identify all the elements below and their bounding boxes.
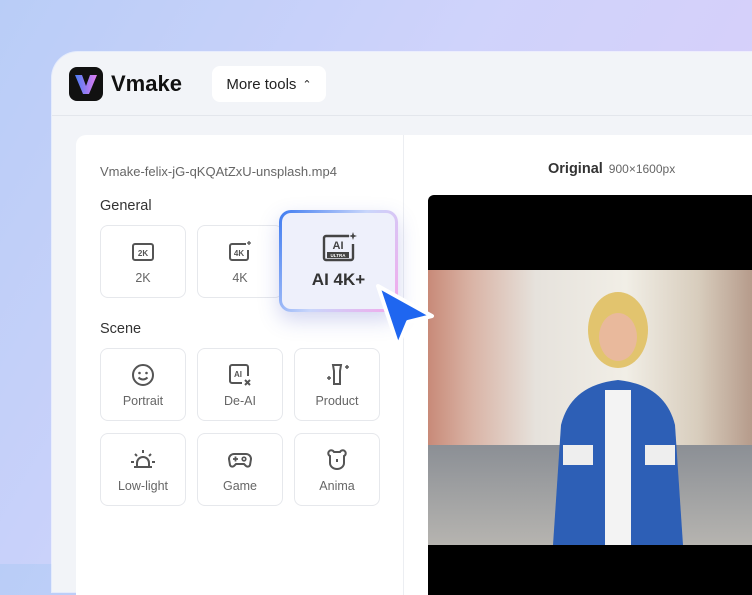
alarm-light-icon bbox=[130, 447, 156, 473]
smiley-icon bbox=[130, 362, 156, 388]
option-label: AI 4K+ bbox=[312, 270, 365, 290]
brand-name: Vmake bbox=[111, 71, 182, 97]
ai-ultra-icon: AIULTRA bbox=[321, 232, 357, 262]
ai-remove-icon: AI bbox=[227, 362, 253, 388]
2k-icon: 2K bbox=[130, 239, 156, 265]
4k-icon: 4K bbox=[227, 239, 253, 265]
scene-anima[interactable]: Anima bbox=[294, 433, 380, 506]
scene-low-light[interactable]: Low-light bbox=[100, 433, 186, 506]
svg-text:AI: AI bbox=[234, 370, 242, 379]
scene-label: Portrait bbox=[123, 394, 163, 408]
scene-product[interactable]: Product bbox=[294, 348, 380, 421]
header-divider bbox=[52, 115, 752, 116]
video-frame-image bbox=[428, 270, 752, 545]
vmake-logo[interactable] bbox=[69, 67, 103, 101]
scene-label: Product bbox=[315, 394, 358, 408]
scene-label: Anima bbox=[319, 479, 354, 493]
column-divider bbox=[403, 135, 404, 595]
scene-label: Low-light bbox=[118, 479, 168, 493]
pointer-cursor-icon bbox=[372, 282, 436, 359]
bear-icon bbox=[324, 447, 350, 473]
video-preview[interactable] bbox=[428, 195, 752, 595]
preview-title: Original900×1600px bbox=[548, 161, 675, 177]
option-2k[interactable]: 2K 2K bbox=[100, 225, 186, 298]
more-tools-button[interactable]: More tools ⌃ bbox=[212, 66, 326, 102]
general-heading: General bbox=[100, 198, 152, 214]
scene-game[interactable]: Game bbox=[197, 433, 283, 506]
svg-text:2K: 2K bbox=[138, 249, 148, 258]
option-label: 4K bbox=[232, 271, 247, 285]
preview-dimensions: 900×1600px bbox=[609, 162, 675, 176]
option-4k[interactable]: 4K 4K bbox=[197, 225, 283, 298]
chevron-up-icon: ⌃ bbox=[302, 78, 311, 91]
scene-label: De-AI bbox=[224, 394, 256, 408]
option-label: 2K bbox=[135, 271, 150, 285]
editor-panel: Vmake-felix-jG-qKQAtZxU-unsplash.mp4 Gen… bbox=[76, 135, 752, 595]
gamepad-icon bbox=[227, 447, 253, 473]
svg-text:AI: AI bbox=[332, 240, 343, 252]
scene-heading: Scene bbox=[100, 321, 141, 337]
svg-text:ULTRA: ULTRA bbox=[330, 253, 346, 258]
more-tools-label: More tools bbox=[226, 76, 296, 93]
person-figure bbox=[533, 285, 703, 545]
product-bottle-icon bbox=[324, 362, 350, 388]
scene-de-ai[interactable]: AI De-AI bbox=[197, 348, 283, 421]
file-name: Vmake-felix-jG-qKQAtZxU-unsplash.mp4 bbox=[100, 164, 337, 179]
scene-portrait[interactable]: Portrait bbox=[100, 348, 186, 421]
svg-text:4K: 4K bbox=[234, 249, 244, 258]
scene-label: Game bbox=[223, 479, 257, 493]
